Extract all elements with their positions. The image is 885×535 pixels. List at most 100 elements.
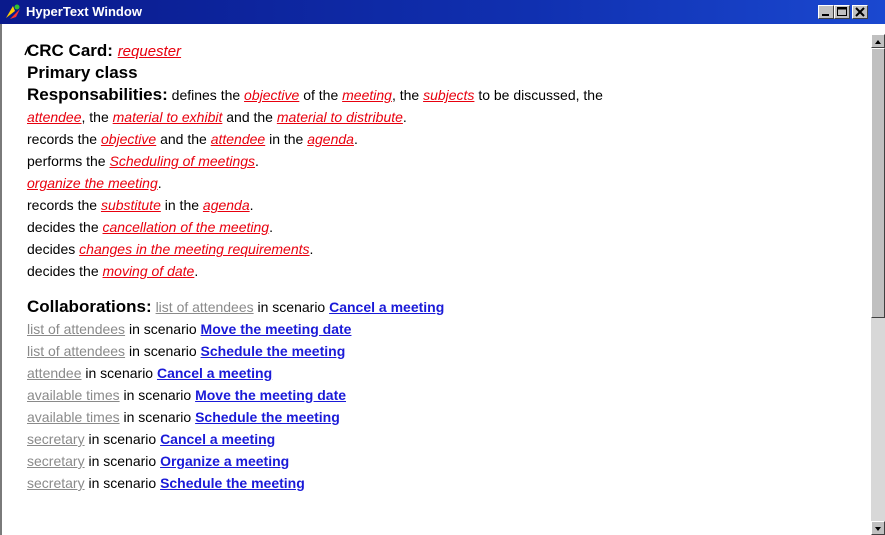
responsability-text: and the	[222, 109, 277, 125]
responsability-text: defines the	[167, 87, 245, 103]
scenario-connector: in scenario	[119, 409, 196, 425]
scenario-link[interactable]: Schedule the meeting	[195, 409, 340, 425]
scenario-link[interactable]: Organize a meeting	[160, 453, 289, 469]
collaborator-link[interactable]: list of attendees	[27, 321, 125, 337]
responsability-text: in the	[160, 197, 203, 213]
responsability-text: decides the	[27, 263, 103, 279]
crc-card-name-link[interactable]: requester	[118, 43, 181, 60]
hypertext-window: HyperText Window CRC Card: requester Pri…	[0, 0, 885, 535]
collaborator-link[interactable]: list of attendees	[27, 343, 125, 359]
concept-link[interactable]: material to distribute	[277, 109, 403, 125]
responsability-line: attendee, the material to exhibit and th…	[27, 106, 867, 128]
collaborator-link[interactable]: attendee	[27, 365, 82, 381]
collaboration-line: available times in scenario Move the mee…	[27, 384, 867, 406]
concept-link[interactable]: organize the meeting	[27, 175, 158, 191]
concept-link[interactable]: subjects	[423, 87, 474, 103]
collaboration-line: secretary in scenario Cancel a meeting	[27, 428, 867, 450]
concept-link[interactable]: attendee	[211, 131, 266, 147]
collaborator-link[interactable]: secretary	[27, 431, 85, 447]
responsability-text: of the	[299, 87, 343, 103]
scenario-connector: in scenario	[125, 321, 201, 337]
concept-link[interactable]: changes in the meeting requirements	[79, 241, 309, 257]
collaboration-line: attendee in scenario Cancel a meeting	[27, 362, 867, 384]
crc-card-label: CRC Card:	[27, 41, 113, 60]
collaborations-section: Collaborations: list of attendees in sce…	[27, 296, 867, 494]
responsability-text: , the	[81, 109, 113, 125]
responsability-line: decides the moving of date.	[27, 260, 867, 282]
scroll-up-button[interactable]	[871, 34, 885, 48]
scenario-link[interactable]: Move the meeting date	[195, 387, 346, 403]
responsability-text: , the	[391, 87, 424, 103]
responsability-line: organize the meeting.	[27, 172, 867, 194]
scenario-connector: in scenario	[84, 453, 161, 469]
concept-link[interactable]: cancellation of the meeting	[103, 219, 270, 235]
concept-link[interactable]: moving of date	[103, 263, 195, 279]
scenario-connector: in scenario	[125, 343, 201, 359]
responsability-line: decides changes in the meeting requireme…	[27, 238, 867, 260]
collaborator-link[interactable]: secretary	[27, 475, 85, 491]
scenario-link[interactable]: Schedule the meeting	[201, 343, 346, 359]
window-title: HyperText Window	[26, 4, 142, 19]
responsability-line: performs the Scheduling of meetings.	[27, 150, 867, 172]
title-bar[interactable]: HyperText Window	[0, 0, 885, 24]
collaboration-line: secretary in scenario Schedule the meeti…	[27, 472, 867, 494]
minimize-button[interactable]	[818, 5, 834, 19]
scenario-link[interactable]: Cancel a meeting	[329, 299, 444, 315]
maximize-icon	[837, 7, 847, 16]
scenario-link[interactable]: Cancel a meeting	[160, 431, 275, 447]
collaborations-label: Collaborations:	[27, 297, 152, 316]
hypertext-document: CRC Card: requester Primary class Respon…	[27, 40, 867, 494]
window-frame-left	[0, 24, 8, 535]
concept-link[interactable]: objective	[101, 131, 156, 147]
collaborator-link[interactable]: list of attendees	[156, 299, 254, 315]
responsability-line: records the objective and the attendee i…	[27, 128, 867, 150]
collaboration-line: list of attendees in scenario Schedule t…	[27, 340, 867, 362]
close-icon	[855, 7, 865, 17]
scenario-connector: in scenario	[119, 387, 196, 403]
concept-link[interactable]: agenda	[307, 131, 354, 147]
responsability-text: and the	[156, 131, 211, 147]
concept-link[interactable]: agenda	[203, 197, 250, 213]
responsability-line: records the substitute in the agenda.	[27, 194, 867, 216]
collaboration-line: available times in scenario Schedule the…	[27, 406, 867, 428]
maximize-button[interactable]	[834, 5, 850, 19]
collaborator-link[interactable]: available times	[27, 387, 120, 403]
responsability-text: records the	[27, 197, 101, 213]
concept-link[interactable]: attendee	[27, 109, 82, 125]
responsabilities-label: Responsabilities:	[27, 85, 168, 104]
concept-link[interactable]: material to exhibit	[113, 109, 223, 125]
responsability-line: Responsabilities: defines the objective …	[27, 84, 867, 106]
close-button[interactable]	[852, 5, 868, 19]
concept-link[interactable]: Scheduling of meetings	[109, 153, 255, 169]
responsabilities-section: Responsabilities: defines the objective …	[27, 84, 867, 282]
arrow-up-icon	[875, 40, 881, 44]
concept-link[interactable]: meeting	[342, 87, 392, 103]
collaboration-line: list of attendees in scenario Move the m…	[27, 318, 867, 340]
scenario-connector: in scenario	[81, 365, 157, 381]
responsability-text: records the	[27, 131, 101, 147]
responsability-text: .	[353, 131, 358, 147]
minimize-icon	[822, 14, 829, 16]
class-type: Primary class	[27, 63, 138, 82]
responsability-text: decides	[27, 241, 80, 257]
scroll-thumb[interactable]	[871, 48, 885, 318]
crc-card-line: CRC Card: requester	[27, 40, 867, 62]
concept-link[interactable]: substitute	[101, 197, 161, 213]
scenario-connector: in scenario	[253, 299, 330, 315]
responsability-text: to be discussed, the	[474, 87, 603, 103]
collaboration-line: secretary in scenario Organize a meeting	[27, 450, 867, 472]
responsability-text: .	[402, 109, 407, 125]
collaborator-link[interactable]: available times	[27, 409, 120, 425]
scenario-link[interactable]: Cancel a meeting	[157, 365, 272, 381]
concept-link[interactable]: objective	[244, 87, 299, 103]
scenario-link[interactable]: Move the meeting date	[201, 321, 352, 337]
scenario-link[interactable]: Schedule the meeting	[160, 475, 305, 491]
scenario-connector: in scenario	[84, 475, 161, 491]
responsability-text: .	[194, 263, 199, 279]
scroll-down-button[interactable]	[871, 521, 885, 535]
responsability-text: decides the	[27, 219, 103, 235]
collaborator-link[interactable]: secretary	[27, 453, 85, 469]
responsability-text: .	[309, 241, 314, 257]
app-icon[interactable]	[4, 3, 22, 21]
